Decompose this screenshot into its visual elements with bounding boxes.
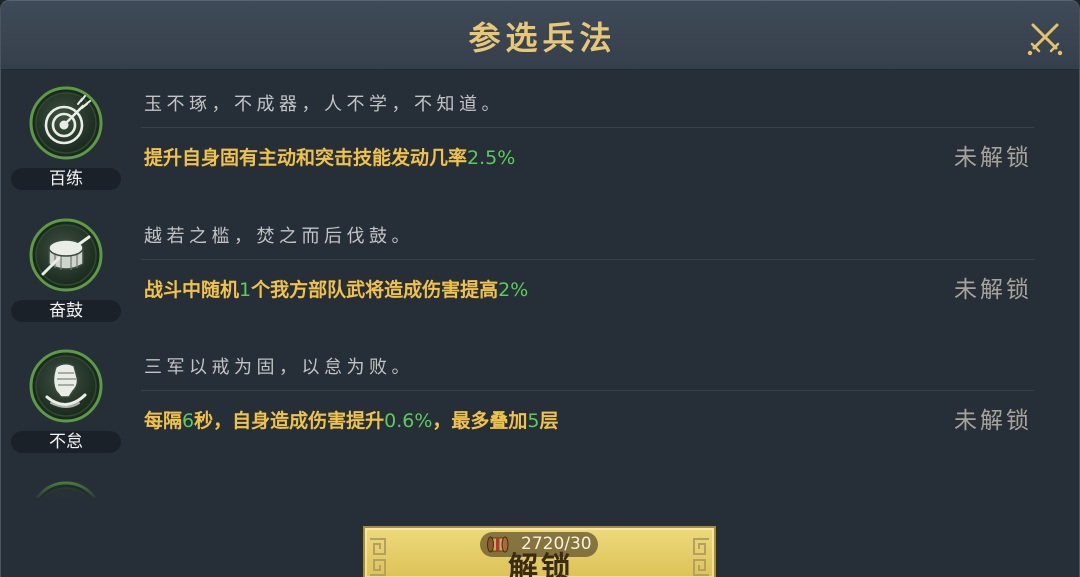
close-button[interactable]: [1026, 19, 1064, 57]
fist-swirl-icon[interactable]: [29, 349, 103, 423]
description-value: 6: [182, 410, 195, 432]
description-text: 每隔: [144, 410, 183, 432]
tactic-row[interactable]: 不怠 三军以戒为固，以怠为败。 每隔6秒，自身造成伤害提升0.6%，最多叠加5层 未解…: [1, 333, 1079, 465]
dialog-header: 参选兵法: [1, 1, 1079, 70]
description-text: 秒，自身造成伤害提升: [194, 410, 385, 432]
description-text: 提升自身固有主动和突击技能发动几率: [144, 147, 468, 169]
tactic-name-label: 不怠: [11, 431, 121, 453]
tactic-description: 提升自身固有主动和突击技能发动几率2.5%: [144, 146, 515, 170]
tactic-description: 战斗中随机1个我方部队武将造成伤害提高2%: [144, 278, 528, 302]
tactic-quote: 三军以戒为固，以怠为败。: [144, 357, 414, 378]
tactic-quote: 越若之槛，焚之而后伐鼓。: [144, 225, 414, 247]
description-value: 2.5%: [467, 147, 516, 169]
unlock-button[interactable]: 2720/30 解锁: [363, 526, 716, 577]
tactic-row[interactable]: 百练 玉不琢，不成器，人不学，不知道。 提升自身固有主动和突击技能发动几率2.5% 未…: [1, 70, 1079, 202]
target-arrow-icon[interactable]: [29, 86, 103, 160]
description-text: 战斗中随机: [144, 278, 240, 301]
row-divider: [141, 258, 1034, 260]
lock-status: 未解锁: [954, 408, 1032, 434]
crossed-swords-close-icon: [1027, 23, 1063, 56]
row-divider: [141, 127, 1034, 128]
description-text: 层: [539, 410, 559, 432]
tactic-select-dialog: 参选兵法 百练 玉不琢，不成器，人不学，不知道。 提升自身固有主动和突击技能发动…: [0, 0, 1080, 577]
tactic-quote: 玉不琢，不成器，人不学，不知道。: [144, 94, 504, 115]
tactic-name-label: 奋鼓: [11, 299, 121, 322]
tactic-row[interactable]: 奋鼓 越若之槛，焚之而后伐鼓。 战斗中随机1个我方部队武将造成伤害提高2% 未解锁: [1, 202, 1079, 334]
lock-status: 未解锁: [954, 276, 1032, 303]
tactic-name-label: 百练: [11, 168, 121, 190]
row-divider: [141, 390, 1034, 391]
list-fade-overlay: [1, 474, 1079, 498]
war-drum-icon[interactable]: [29, 218, 103, 292]
tactic-icon-partial: [29, 481, 103, 498]
tactic-list[interactable]: 百练 玉不琢，不成器，人不学，不知道。 提升自身固有主动和突击技能发动几率2.5% 未…: [1, 70, 1079, 498]
unlock-label: 解锁: [508, 551, 574, 577]
description-text: ，最多叠加: [432, 410, 528, 432]
tactic-description: 每隔6秒，自身造成伤害提升0.6%，最多叠加5层: [144, 409, 559, 433]
description-value: 0.6%: [384, 410, 433, 432]
description-value: 2%: [498, 278, 529, 301]
description-value: 1: [239, 278, 252, 301]
lock-status: 未解锁: [954, 145, 1032, 171]
description-text: 个我方部队武将造成伤害提高: [251, 278, 499, 301]
dialog-title: 参选兵法: [468, 19, 617, 57]
description-value: 5: [527, 410, 540, 432]
